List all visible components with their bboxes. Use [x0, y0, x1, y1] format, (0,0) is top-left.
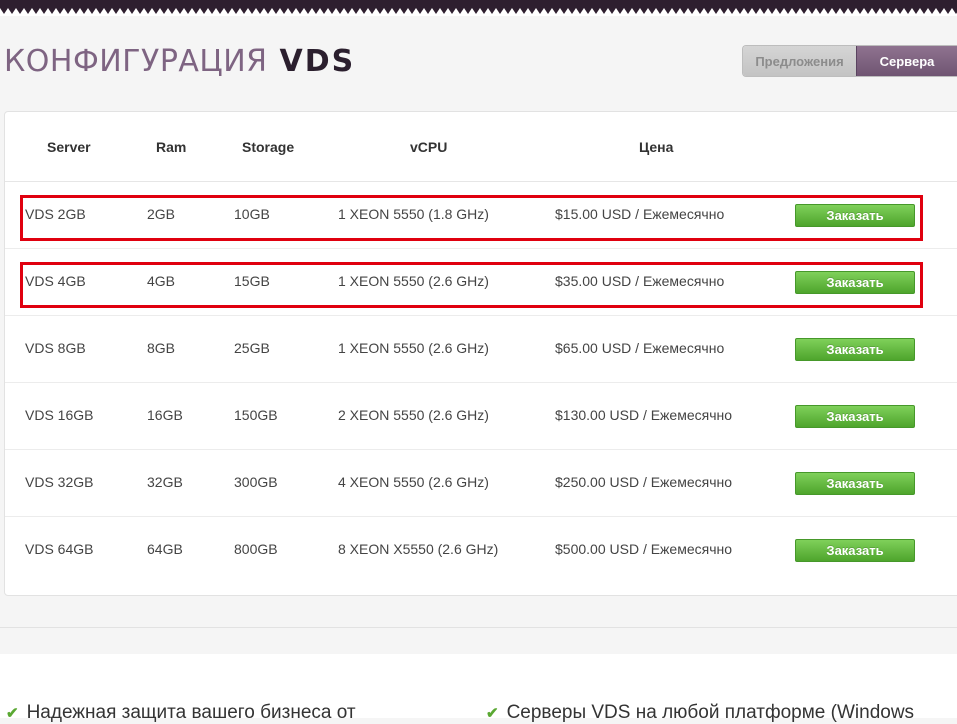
cell-vcpu: 8 XEON X5550 (2.6 GHz)	[338, 541, 499, 557]
cell-ram: 4GB	[147, 273, 176, 289]
column-header-storage: Storage	[242, 139, 295, 155]
cell-ram: 8GB	[147, 340, 176, 356]
column-header-price: Цена	[639, 139, 674, 155]
section-divider	[0, 627, 957, 628]
page-title-accent: VDS	[279, 44, 356, 79]
vds-config-table: Server Ram Storage vCPU Цена VDS 2GB 2GB 1…	[4, 111, 957, 596]
cell-ram: 64GB	[147, 541, 183, 557]
feature-text: Надежная защита вашего бизнеса от	[26, 702, 356, 723]
table-row: VDS 16GB 16GB 150GB 2 XEON 5550 (2.6 GHz) $1…	[5, 383, 957, 450]
cell-vcpu: 2 XEON 5550 (2.6 GHz)	[338, 407, 489, 423]
cell-storage: 15GB	[234, 273, 270, 289]
column-header-vcpu: vCPU	[410, 139, 448, 155]
cell-vcpu: 1 XEON 5550 (2.6 GHz)	[338, 340, 489, 356]
cell-storage: 10GB	[234, 206, 270, 222]
tab-offers[interactable]: Предложения	[743, 46, 856, 76]
table-row: VDS 32GB 32GB 300GB 4 XEON 5550 (2.6 GHz) $2…	[5, 450, 957, 517]
order-button[interactable]: Заказать	[795, 539, 915, 562]
tab-servers[interactable]: Сервера	[856, 46, 957, 76]
table-row: VDS 4GB 4GB 15GB 1 XEON 5550 (2.6 GHz) $35.0…	[5, 249, 957, 316]
cell-server: VDS 64GB	[25, 541, 94, 557]
feature-item: ✔ Серверы VDS на любой платформе (Window…	[486, 702, 914, 724]
decorative-zigzag-border	[0, 0, 957, 16]
page-title: КОНФИГУРАЦИЯ VDS	[4, 44, 355, 79]
cell-server: VDS 2GB	[25, 206, 86, 222]
cell-ram: 2GB	[147, 206, 176, 222]
feature-text: Серверы VDS на любой платформе (Windows	[506, 702, 915, 723]
cell-server: VDS 32GB	[25, 474, 94, 490]
order-button[interactable]: Заказать	[795, 338, 915, 361]
cell-storage: 25GB	[234, 340, 270, 356]
cell-price: $35.00 USD / Ежемесячно	[555, 273, 725, 289]
cell-server: VDS 8GB	[25, 340, 86, 356]
cell-price: $15.00 USD / Ежемесячно	[555, 206, 725, 222]
column-header-server: Server	[47, 139, 91, 155]
cell-storage: 300GB	[234, 474, 278, 490]
features-section: ✔ Надежная защита вашего бизнеса от ✔ Се…	[0, 654, 957, 723]
order-button[interactable]: Заказать	[795, 271, 915, 294]
order-button[interactable]: Заказать	[795, 472, 915, 495]
table-row: VDS 8GB 8GB 25GB 1 XEON 5550 (2.6 GHz) $65.0…	[5, 316, 957, 383]
cell-price: $250.00 USD / Ежемесячно	[555, 474, 733, 490]
page-title-main: КОНФИГУРАЦИЯ	[4, 44, 268, 79]
column-header-ram: Ram	[156, 139, 187, 155]
cell-vcpu: 4 XEON 5550 (2.6 GHz)	[338, 474, 489, 490]
order-button[interactable]: Заказать	[795, 204, 915, 227]
check-icon: ✔	[6, 705, 19, 722]
cell-vcpu: 1 XEON 5550 (1.8 GHz)	[338, 206, 489, 222]
table-row: VDS 64GB 64GB 800GB 8 XEON X5550 (2.6 GHz) $…	[5, 517, 957, 584]
order-button[interactable]: Заказать	[795, 405, 915, 428]
cell-ram: 32GB	[147, 474, 183, 490]
cell-storage: 150GB	[234, 407, 278, 423]
cell-price: $65.00 USD / Ежемесячно	[555, 340, 725, 356]
cell-server: VDS 16GB	[25, 407, 94, 423]
table-header: Server Ram Storage vCPU Цена	[5, 112, 957, 182]
table-row: VDS 2GB 2GB 10GB 1 XEON 5550 (1.8 GHz) $15.0…	[5, 182, 957, 249]
feature-item: ✔ Надежная защита вашего бизнеса от	[6, 702, 356, 724]
cell-price: $500.00 USD / Ежемесячно	[555, 541, 733, 557]
cell-vcpu: 1 XEON 5550 (2.6 GHz)	[338, 273, 489, 289]
check-icon: ✔	[486, 705, 499, 722]
cell-server: VDS 4GB	[25, 273, 86, 289]
cell-ram: 16GB	[147, 407, 183, 423]
cell-storage: 800GB	[234, 541, 278, 557]
view-toggle: Предложения Сервера	[742, 45, 957, 77]
cell-price: $130.00 USD / Ежемесячно	[555, 407, 733, 423]
